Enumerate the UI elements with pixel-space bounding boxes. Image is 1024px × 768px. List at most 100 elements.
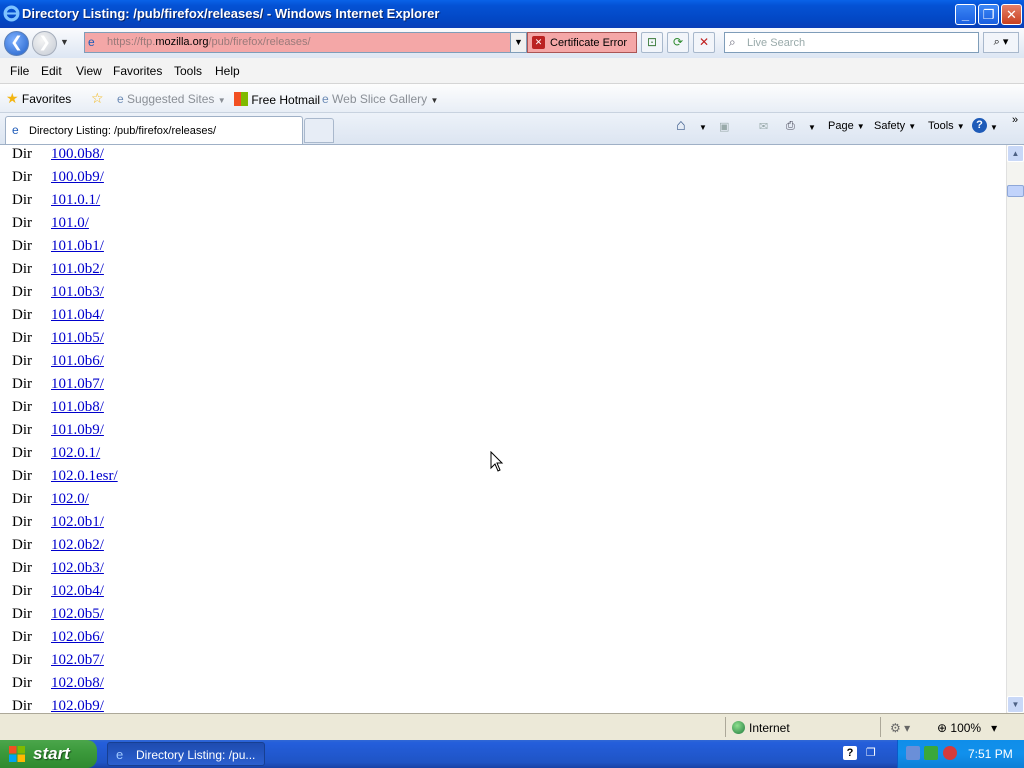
directory-link[interactable]: 102.0.1/ <box>51 445 100 462</box>
directory-link[interactable]: 102.0b3/ <box>51 560 104 577</box>
search-go-button[interactable]: ⌕ ▾ <box>983 32 1019 53</box>
directory-link[interactable]: 102.0/ <box>51 491 89 508</box>
read-mail-icon[interactable]: ✉ <box>759 120 768 133</box>
star-icon: ★ <box>6 90 19 106</box>
restore-tray-icon[interactable]: ❐ <box>866 746 880 760</box>
directory-link[interactable]: 101.0b7/ <box>51 376 104 393</box>
help-dropdown-icon[interactable]: ▼ <box>990 123 998 132</box>
zoom-level[interactable]: ⊕ 100% ▾ <box>937 721 997 735</box>
internet-explorer-icon <box>3 5 20 22</box>
listing-row: Dir 102.0b4/ <box>0 582 400 605</box>
directory-link[interactable]: 102.0b4/ <box>51 583 104 600</box>
scroll-up-icon[interactable]: ▲ <box>1007 145 1024 162</box>
listing-row: Dir 102.0b1/ <box>0 513 400 536</box>
directory-link[interactable]: 102.0b7/ <box>51 652 104 669</box>
close-button[interactable]: ✕ <box>1001 4 1022 25</box>
directory-link[interactable]: 102.0b2/ <box>51 537 104 554</box>
tab-directory-listing[interactable]: e Directory Listing: /pub/firefox/releas… <box>5 116 303 144</box>
page-menu[interactable]: Page ▼ <box>828 120 865 132</box>
print-dropdown-icon[interactable]: ▼ <box>808 123 816 132</box>
certificate-error-button[interactable]: ✕ Certificate Error <box>527 32 637 53</box>
free-hotmail-link[interactable]: Free Hotmail <box>234 92 320 107</box>
recent-pages-dropdown-icon[interactable]: ▼ <box>60 37 69 47</box>
listing-row: Dir 102.0b9/ <box>0 697 400 713</box>
security-zone: Internet <box>732 721 790 735</box>
tab-label: Directory Listing: /pub/firefox/releases… <box>29 125 217 137</box>
feeds-icon[interactable]: ▣ <box>719 120 729 133</box>
menu-edit[interactable]: Edit <box>41 64 62 78</box>
entry-type: Dir <box>12 560 32 576</box>
menu-help[interactable]: Help <box>215 64 240 78</box>
title-bar: Directory Listing: /pub/firefox/releases… <box>0 0 1024 28</box>
web-slice-gallery-label: Web Slice Gallery <box>332 92 428 106</box>
address-bar-row: ❮ ❯ ▼ e https://ftp.mozilla.org/pub/fire… <box>0 28 1024 58</box>
directory-link[interactable]: 102.0b8/ <box>51 675 104 692</box>
stop-icon[interactable]: ✕ <box>693 32 715 53</box>
new-tab-button[interactable] <box>304 118 334 143</box>
suggested-sites-link[interactable]: e Suggested Sites ▼ <box>117 92 226 106</box>
menu-tools[interactable]: Tools <box>174 64 202 78</box>
scroll-thumb[interactable] <box>1007 185 1024 197</box>
forward-button[interactable]: ❯ <box>32 31 57 56</box>
menu-bar: File Edit View Favorites Tools Help <box>0 58 1024 84</box>
directory-link[interactable]: 101.0b9/ <box>51 422 104 439</box>
search-input[interactable]: ⌕ Live Search <box>724 32 979 53</box>
directory-link[interactable]: 102.0b6/ <box>51 629 104 646</box>
window-title: Directory Listing: /pub/firefox/releases… <box>22 6 440 21</box>
listing-row: Dir 102.0b3/ <box>0 559 400 582</box>
entry-type: Dir <box>12 261 32 277</box>
vertical-scrollbar[interactable]: ▲ ▼ <box>1006 145 1024 713</box>
directory-link[interactable]: 101.0b4/ <box>51 307 104 324</box>
directory-link[interactable]: 100.0b8/ <box>51 146 104 163</box>
compatibility-view-icon[interactable]: ⊡ <box>641 32 663 53</box>
directory-link[interactable]: 102.0b1/ <box>51 514 104 531</box>
directory-link[interactable]: 101.0b5/ <box>51 330 104 347</box>
address-input[interactable]: e https://ftp.mozilla.org/pub/firefox/re… <box>84 32 527 53</box>
back-button[interactable]: ❮ <box>4 31 29 56</box>
listing-row: Dir 102.0b6/ <box>0 628 400 651</box>
menu-file[interactable]: File <box>10 64 29 78</box>
print-icon[interactable]: ⎙ <box>786 120 795 133</box>
directory-link[interactable]: 101.0b3/ <box>51 284 104 301</box>
directory-link[interactable]: 100.0b9/ <box>51 169 104 186</box>
directory-link[interactable]: 101.0b6/ <box>51 353 104 370</box>
add-favorite-icon[interactable]: ☆ <box>91 90 104 107</box>
scroll-down-icon[interactable]: ▼ <box>1007 696 1024 713</box>
directory-link[interactable]: 101.0b1/ <box>51 238 104 255</box>
tools-menu[interactable]: Tools ▼ <box>928 120 965 132</box>
directory-link[interactable]: 102.0.1esr/ <box>51 468 118 485</box>
directory-link[interactable]: 101.0/ <box>51 215 89 232</box>
home-dropdown-icon[interactable]: ▼ <box>699 123 707 132</box>
start-button[interactable]: start <box>0 740 97 768</box>
listing-row: Dir 101.0b5/ <box>0 329 400 352</box>
directory-link[interactable]: 101.0.1/ <box>51 192 100 209</box>
taskbar: start e Directory Listing: /pu... ? ❐ 7:… <box>0 740 1024 768</box>
entry-type: Dir <box>12 491 32 507</box>
protected-mode-icon[interactable]: ⚙ ▾ <box>890 721 910 735</box>
minimize-button[interactable]: _ <box>955 4 976 25</box>
security-center-icon[interactable] <box>924 746 938 760</box>
menu-favorites[interactable]: Favorites <box>113 64 162 78</box>
entry-type: Dir <box>12 330 32 346</box>
directory-link[interactable]: 102.0b5/ <box>51 606 104 623</box>
home-icon[interactable]: ⌂ <box>676 117 686 135</box>
network-icon[interactable] <box>906 746 920 760</box>
shield-tray-icon[interactable] <box>943 746 957 760</box>
taskbar-window-ie[interactable]: e Directory Listing: /pu... <box>107 742 265 766</box>
entry-type: Dir <box>12 652 32 668</box>
directory-link[interactable]: 102.0b9/ <box>51 698 104 713</box>
listing-row: Dir 102.0b5/ <box>0 605 400 628</box>
maximize-button[interactable]: ❐ <box>978 4 999 25</box>
menu-view[interactable]: View <box>76 64 102 78</box>
safety-menu[interactable]: Safety ▼ <box>874 120 916 132</box>
address-dropdown-icon[interactable]: ▼ <box>510 33 526 52</box>
directory-link[interactable]: 101.0b2/ <box>51 261 104 278</box>
help-icon[interactable]: ? <box>972 118 987 133</box>
directory-link[interactable]: 101.0b8/ <box>51 399 104 416</box>
web-slice-gallery-link[interactable]: e Web Slice Gallery ▼ <box>322 92 438 106</box>
favorites-button[interactable]: ★ Favorites <box>6 90 71 107</box>
more-commands-icon[interactable]: » <box>1012 114 1018 126</box>
url-text[interactable]: https://ftp.mozilla.org/pub/firefox/rele… <box>107 36 311 48</box>
refresh-icon[interactable]: ⟳ <box>667 32 689 53</box>
help-tray-icon[interactable]: ? <box>843 746 857 760</box>
